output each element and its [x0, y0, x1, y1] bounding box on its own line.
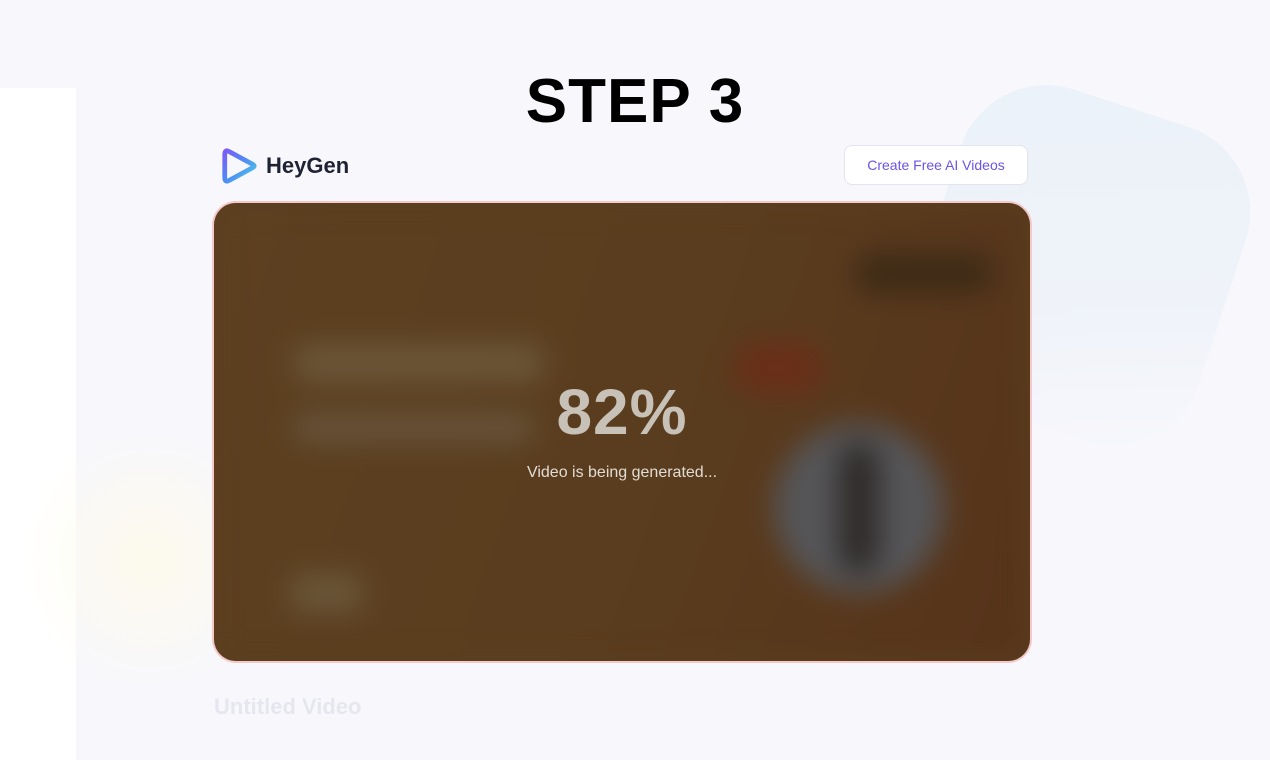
- create-free-ai-videos-button[interactable]: Create Free AI Videos: [844, 145, 1028, 185]
- step-heading: STEP 3: [525, 67, 745, 136]
- generation-progress-percent: 82%: [556, 376, 688, 448]
- heygen-play-logo-icon: [222, 148, 257, 184]
- video-title[interactable]: Untitled Video: [214, 694, 362, 720]
- brand-logo[interactable]: HeyGen: [220, 145, 349, 187]
- generation-status-text: Video is being generated...: [526, 464, 718, 481]
- video-preview: 82% Video is being generated...: [214, 203, 1030, 661]
- brand-name: HeyGen: [266, 153, 350, 178]
